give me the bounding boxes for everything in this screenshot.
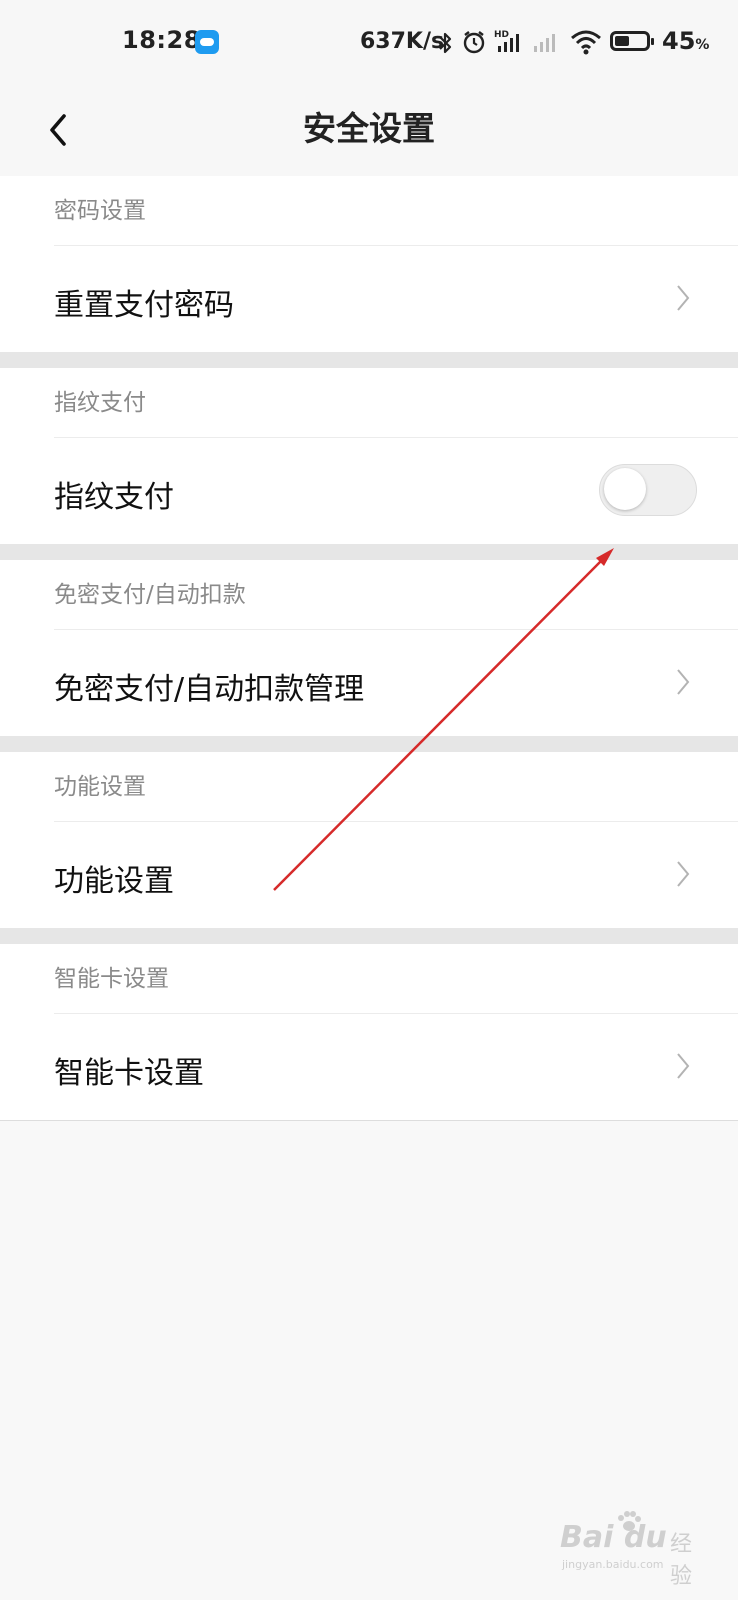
section-divider	[0, 928, 738, 944]
paw-icon	[618, 1511, 641, 1531]
row-label: 功能设置	[54, 864, 174, 899]
page-title: 安全设置	[303, 109, 435, 148]
list-bottom-border	[0, 1120, 738, 1121]
section-password-free: 免密支付/自动扣款 免密支付/自动扣款管理	[0, 560, 738, 736]
status-time: 18:28	[122, 26, 201, 54]
chevron-right-icon	[677, 1053, 690, 1079]
fingerprint-pay-row: 指纹支付	[0, 438, 738, 544]
row-label: 免密支付/自动扣款管理	[54, 672, 365, 707]
nav-bar: 安全设置	[0, 86, 738, 176]
watermark-url: jingyan.baidu.com	[562, 1558, 664, 1571]
battery-icon	[610, 31, 654, 51]
svg-text:HD: HD	[494, 30, 509, 40]
battery-percent-unit: %	[695, 37, 710, 53]
alarm-icon	[463, 31, 485, 54]
row-label: 智能卡设置	[54, 1056, 204, 1091]
battery-percent: 45%	[662, 27, 709, 55]
baidu-watermark: Bai du 经验 jingyan.baidu.com	[560, 1510, 710, 1589]
section-divider	[0, 544, 738, 560]
network-speed: 637K/s	[360, 29, 445, 54]
battery-percent-value: 45	[662, 27, 696, 55]
signal-icon	[534, 34, 555, 52]
section-header: 智能卡设置	[0, 944, 738, 1014]
watermark-suffix: 经验	[670, 1532, 693, 1589]
function-settings-row[interactable]: 功能设置	[0, 822, 738, 928]
battery-level-fill	[615, 36, 629, 46]
chevron-right-icon	[677, 285, 690, 311]
row-label: 重置支付密码	[54, 288, 234, 323]
section-divider	[0, 736, 738, 752]
reset-pay-password-row[interactable]: 重置支付密码	[0, 246, 738, 352]
section-header: 指纹支付	[0, 368, 738, 438]
settings-list: 密码设置 重置支付密码 指纹支付 指纹支付 免密支付/自动扣款 免密支付/自动扣…	[0, 176, 738, 1121]
section-function: 功能设置 功能设置	[0, 752, 738, 928]
section-smart-card: 智能卡设置 智能卡设置	[0, 944, 738, 1120]
bluetooth-icon	[439, 32, 452, 54]
row-label: 指纹支付	[54, 480, 174, 515]
section-header: 密码设置	[0, 176, 738, 246]
section-fingerprint: 指纹支付 指纹支付	[0, 368, 738, 544]
section-password: 密码设置 重置支付密码	[0, 176, 738, 352]
section-divider	[0, 352, 738, 368]
section-header: 功能设置	[0, 752, 738, 822]
wifi-icon	[571, 30, 601, 55]
smart-card-settings-row[interactable]: 智能卡设置	[0, 1014, 738, 1120]
cloud-app-icon	[195, 30, 219, 54]
hd-signal-icon: HD	[494, 30, 519, 52]
chevron-right-icon	[677, 669, 690, 695]
password-free-pay-row[interactable]: 免密支付/自动扣款管理	[0, 630, 738, 736]
chevron-right-icon	[677, 861, 690, 887]
status-bar: 18:28 637K/s HD 45%	[0, 0, 738, 86]
toggle-knob	[604, 468, 646, 510]
fingerprint-pay-toggle[interactable]	[599, 464, 697, 516]
watermark-logo: Bai du	[560, 1520, 667, 1555]
section-header: 免密支付/自动扣款	[0, 560, 738, 630]
